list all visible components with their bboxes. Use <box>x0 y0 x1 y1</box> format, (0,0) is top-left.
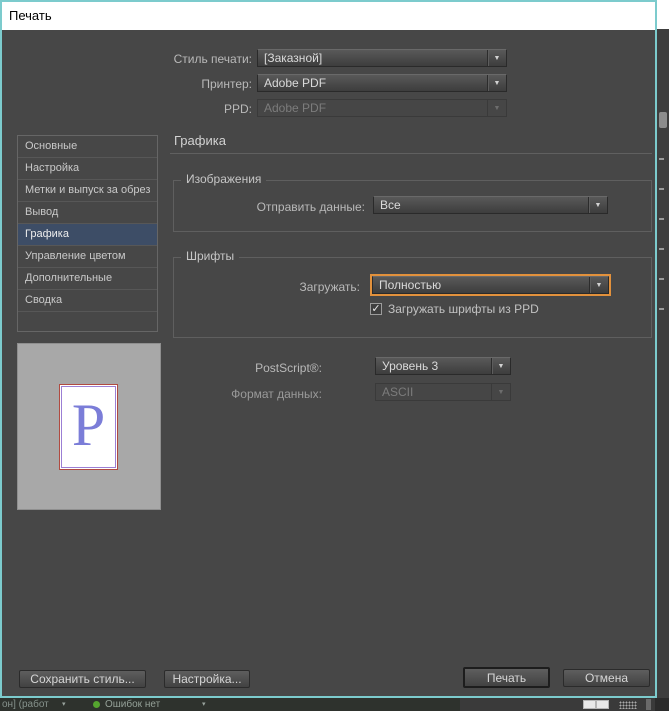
statusbar-page-fragment: он] (работ <box>2 699 49 710</box>
download-ppd-fonts-label[interactable]: Загружать шрифты из PPD <box>388 302 539 316</box>
setup-button[interactable]: Настройка... <box>164 670 250 688</box>
ppd-label: PPD: <box>223 102 252 116</box>
background-panel-fragment <box>659 248 664 250</box>
statusbar-right-corner <box>655 698 669 711</box>
chevron-down-icon[interactable]: ▾ <box>202 700 206 708</box>
chevron-down-icon: ▼ <box>487 100 506 116</box>
fonts-group <box>173 257 652 338</box>
background-panel-tab <box>659 112 667 128</box>
send-data-value: Все <box>380 198 401 212</box>
sidebar-item-general[interactable]: Основные <box>18 136 157 158</box>
printer-label: Принтер: <box>201 77 252 91</box>
ppd-dropdown: Adobe PDF ▼ <box>257 99 507 117</box>
horizontal-scrollbar[interactable] <box>646 699 651 710</box>
no-errors-dot-icon <box>93 701 100 708</box>
chevron-down-icon[interactable]: ▼ <box>588 197 607 213</box>
sidebar-item-output[interactable]: Вывод <box>18 202 157 224</box>
download-ppd-fonts-checkbox[interactable]: ✓ <box>370 303 382 315</box>
sidebar-item-color-management[interactable]: Управление цветом <box>18 246 157 268</box>
background-panel-fragment <box>659 158 664 160</box>
font-download-label: Загружать: <box>299 280 361 294</box>
preview-page-margin: P <box>61 386 116 468</box>
postscript-label: PostScript®: <box>255 361 322 375</box>
sidebar-item-graphics[interactable]: Графика <box>18 224 157 246</box>
send-data-dropdown[interactable]: Все ▼ <box>373 196 608 214</box>
send-data-label: Отправить данные: <box>256 200 365 214</box>
images-group-legend: Изображения <box>181 173 267 186</box>
panel-heading: Графика <box>174 133 226 148</box>
print-preset-dropdown[interactable]: [Заказной] ▼ <box>257 49 507 67</box>
print-button[interactable]: Печать <box>463 667 550 688</box>
chevron-down-icon[interactable]: ▾ <box>62 700 66 708</box>
font-download-value: Полностью <box>379 278 442 292</box>
print-preview-thumbnail[interactable]: P <box>17 343 161 510</box>
background-app-statusbar: он] (работ ▾ Ошибок нет ▾ <box>0 698 669 711</box>
sidebar-item-advanced[interactable]: Дополнительные <box>18 268 157 290</box>
dialog-titlebar[interactable]: Печать <box>2 2 655 30</box>
fonts-group-legend: Шрифты <box>181 250 240 263</box>
preview-letter: P <box>71 392 106 458</box>
printer-value: Adobe PDF <box>264 76 327 90</box>
chevron-down-icon: ▼ <box>491 384 510 400</box>
panel-divider <box>170 153 652 154</box>
spread-view-icon[interactable] <box>583 700 609 709</box>
background-app-right-sliver <box>657 0 669 698</box>
printer-dropdown[interactable]: Adobe PDF ▼ <box>257 74 507 92</box>
no-errors-text: Ошибок нет <box>105 699 161 710</box>
chevron-down-icon[interactable]: ▼ <box>487 50 506 66</box>
chevron-down-icon[interactable]: ▼ <box>487 75 506 91</box>
sidebar-item-summary[interactable]: Сводка <box>18 290 157 312</box>
data-format-value: ASCII <box>382 385 414 399</box>
print-sections-list: Основные Настройка Метки и выпуск за обр… <box>17 135 158 332</box>
chevron-down-icon[interactable]: ▼ <box>491 358 510 374</box>
font-download-dropdown[interactable]: Полностью ▼ <box>372 276 609 294</box>
background-window-sliver <box>657 0 669 29</box>
postscript-level-value: Уровень 3 <box>382 359 439 373</box>
save-style-button[interactable]: Сохранить стиль... <box>19 670 146 688</box>
ppd-value: Adobe PDF <box>264 101 327 115</box>
sidebar-item-setup[interactable]: Настройка <box>18 158 157 180</box>
dialog-title: Печать <box>9 8 52 23</box>
chevron-down-icon[interactable]: ▼ <box>589 277 608 293</box>
data-format-dropdown: ASCII ▼ <box>375 383 511 401</box>
print-dialog: Печать Стиль печати: [Заказной] ▼ Принте… <box>0 0 657 698</box>
data-format-label: Формат данных: <box>231 387 322 401</box>
print-preset-label: Стиль печати: <box>173 52 252 66</box>
background-panel-fragment <box>659 278 664 280</box>
grid-icon[interactable] <box>619 701 637 709</box>
background-panel-fragment <box>659 218 664 220</box>
statusbar-left-segment <box>0 698 460 711</box>
print-preset-value: [Заказной] <box>264 51 323 65</box>
sidebar-item-marks-bleed[interactable]: Метки и выпуск за обрез <box>18 180 157 202</box>
cancel-button[interactable]: Отмена <box>563 669 650 687</box>
check-icon: ✓ <box>371 302 381 315</box>
postscript-level-dropdown[interactable]: Уровень 3 ▼ <box>375 357 511 375</box>
background-panel-fragment <box>659 188 664 190</box>
preview-page: P <box>59 384 118 470</box>
background-panel-fragment <box>659 308 664 310</box>
